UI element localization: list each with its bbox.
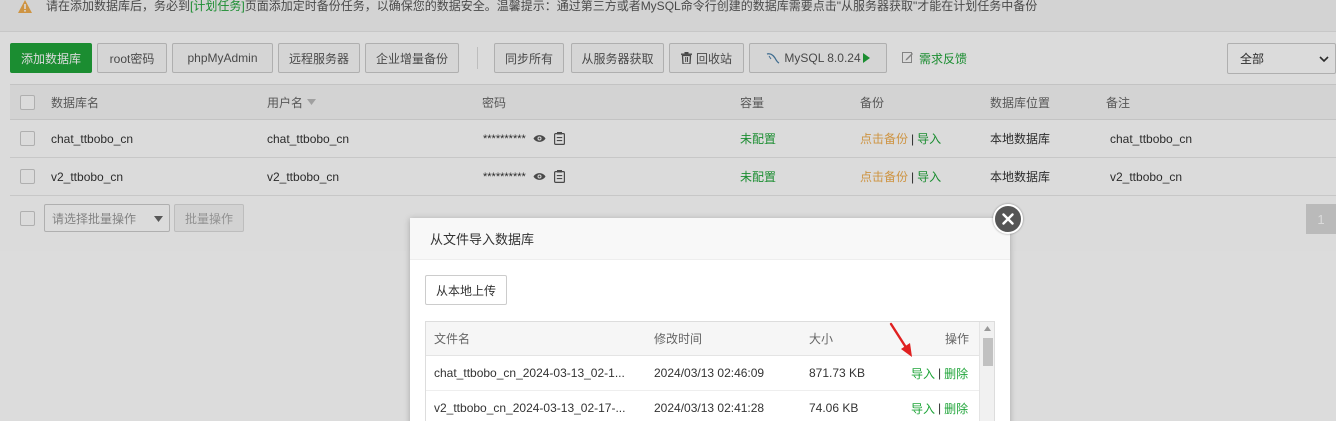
table-row: chat_ttbobo_cn chat_ttbobo_cn **********…: [10, 120, 1336, 158]
backup-link[interactable]: 点击备份: [860, 168, 908, 185]
file-size: 871.73 KB: [809, 366, 866, 380]
import-link[interactable]: 导入: [917, 168, 941, 185]
annotation-arrow-icon: [889, 322, 912, 357]
file-row: chat_ttbobo_cn_2024-03-13_02-1... 2024/0…: [426, 356, 994, 391]
sort-down-icon: [307, 99, 317, 105]
db-name: v2_ttbobo_cn: [51, 169, 124, 184]
batch-action-button[interactable]: 批量操作: [174, 204, 244, 232]
db-location: 本地数据库: [990, 132, 1051, 146]
db-location: 本地数据库: [990, 170, 1051, 184]
file-mtime: 2024/03/13 02:46:09: [654, 366, 765, 380]
toolbar-divider: [477, 47, 478, 69]
db-capacity[interactable]: 未配置: [740, 158, 776, 195]
db-password: **********: [483, 170, 526, 183]
copy-icon[interactable]: [553, 132, 565, 145]
mysql-version-button[interactable]: MySQL 8.0.24: [749, 43, 887, 73]
filter-select[interactable]: 全部: [1227, 43, 1336, 74]
recycle-bin-label: 回收站: [695, 51, 732, 66]
header-capacity: 容量: [740, 95, 765, 110]
phpmyadmin-button[interactable]: phpMyAdmin: [172, 43, 273, 73]
file-table-scrollbar[interactable]: [979, 322, 994, 421]
recycle-bin-button[interactable]: 回收站: [669, 43, 744, 73]
row-checkbox[interactable]: [20, 131, 35, 146]
header-user[interactable]: 用户名: [267, 85, 317, 119]
header-backup: 备份: [860, 95, 885, 110]
sync-all-button[interactable]: 同步所有: [494, 43, 564, 73]
file-delete-link[interactable]: 删除: [944, 365, 968, 382]
chevron-down-icon: [1319, 53, 1329, 67]
table-header: 数据库名 用户名 密码 容量 备份 数据库位置 备注: [10, 84, 1336, 120]
mysql-dolphin-icon: [766, 52, 780, 64]
file-import-link[interactable]: 导入: [911, 365, 935, 382]
file-name: v2_ttbobo_cn_2024-03-13_02-17-...: [434, 401, 626, 415]
backup-link[interactable]: 点击备份: [860, 130, 908, 147]
header-mtime: 修改时间: [654, 332, 703, 346]
db-note[interactable]: v2_ttbobo_cn: [1110, 158, 1182, 195]
dialog-title: 从文件导入数据库: [410, 218, 1010, 260]
db-capacity[interactable]: 未配置: [740, 120, 776, 157]
pagination-current-page[interactable]: 1: [1306, 204, 1336, 234]
db-name: chat_ttbobo_cn: [51, 131, 134, 146]
database-table: 数据库名 用户名 密码 容量 备份 数据库位置 备注 chat_ttbobo_c…: [10, 84, 1336, 196]
import-link[interactable]: 导入: [917, 130, 941, 147]
batch-select[interactable]: 请选择批量操作: [44, 204, 170, 232]
close-icon: [1002, 213, 1014, 225]
file-mtime: 2024/03/13 02:41:28: [654, 401, 765, 415]
trash-icon: [680, 52, 692, 64]
header-size: 大小: [809, 332, 834, 346]
copy-icon[interactable]: [553, 170, 565, 183]
table-row: v2_ttbobo_cn v2_ttbobo_cn ********** 未配置…: [10, 158, 1336, 196]
db-user: chat_ttbobo_cn: [267, 131, 350, 146]
file-name: chat_ttbobo_cn_2024-03-13_02-1...: [434, 366, 625, 380]
root-password-button[interactable]: root密码: [97, 43, 167, 73]
eye-icon[interactable]: [533, 172, 546, 181]
cron-task-link[interactable]: [计划任务]: [190, 0, 245, 13]
header-name[interactable]: 数据库名: [51, 85, 99, 119]
edit-icon: [902, 51, 914, 66]
header-location: 数据库位置: [990, 95, 1051, 110]
scroll-thumb[interactable]: [983, 338, 993, 366]
warning-icon: [18, 0, 32, 13]
fetch-from-server-button[interactable]: 从服务器获取: [571, 43, 664, 73]
header-password: 密码: [482, 95, 507, 110]
notice-text: 请在添加数据库后，务必到[计划任务]页面添加定时备份任务，以确保您的数据安全。温…: [46, 0, 1038, 13]
batch-select-placeholder: 请选择批量操作: [52, 211, 137, 226]
caret-down-icon: [154, 216, 163, 222]
play-icon: [862, 53, 870, 63]
close-button[interactable]: [993, 204, 1023, 234]
db-note[interactable]: chat_ttbobo_cn: [1110, 120, 1192, 157]
select-all-checkbox[interactable]: [20, 94, 35, 110]
file-row: v2_ttbobo_cn_2024-03-13_02-17-... 2024/0…: [426, 391, 994, 421]
add-database-button[interactable]: 添加数据库: [10, 43, 92, 73]
eye-icon[interactable]: [533, 134, 546, 143]
db-password: **********: [483, 132, 526, 145]
remote-server-button[interactable]: 远程服务器: [278, 43, 360, 73]
enterprise-backup-button[interactable]: 企业增量备份: [365, 43, 459, 73]
header-file-name: 文件名: [434, 332, 471, 346]
row-checkbox[interactable]: [20, 169, 35, 184]
file-size: 74.06 KB: [809, 401, 859, 415]
filter-select-value: 全部: [1240, 52, 1265, 66]
file-import-link[interactable]: 导入: [911, 400, 935, 417]
notice-bar: 请在添加数据库后，务必到[计划任务]页面添加定时备份任务，以确保您的数据安全。温…: [0, 0, 1336, 32]
db-user: v2_ttbobo_cn: [267, 169, 340, 184]
upload-local-button[interactable]: 从本地上传: [425, 275, 507, 305]
mysql-version-label: MySQL 8.0.24: [784, 51, 861, 65]
batch-checkbox[interactable]: [20, 211, 35, 226]
toolbar: 添加数据库 root密码 phpMyAdmin 远程服务器 企业增量备份 同步所…: [0, 43, 1336, 75]
feedback-link[interactable]: 需求反馈: [902, 43, 967, 73]
scroll-up-icon[interactable]: [984, 326, 991, 331]
header-note: 备注: [1106, 95, 1131, 110]
header-ops: 操作: [945, 332, 970, 346]
feedback-label: 需求反馈: [919, 51, 968, 66]
import-dialog: 从文件导入数据库 从本地上传 文件名 修改时间 大小 操作 chat_ttbob…: [410, 204, 1023, 421]
file-delete-link[interactable]: 删除: [944, 400, 968, 417]
